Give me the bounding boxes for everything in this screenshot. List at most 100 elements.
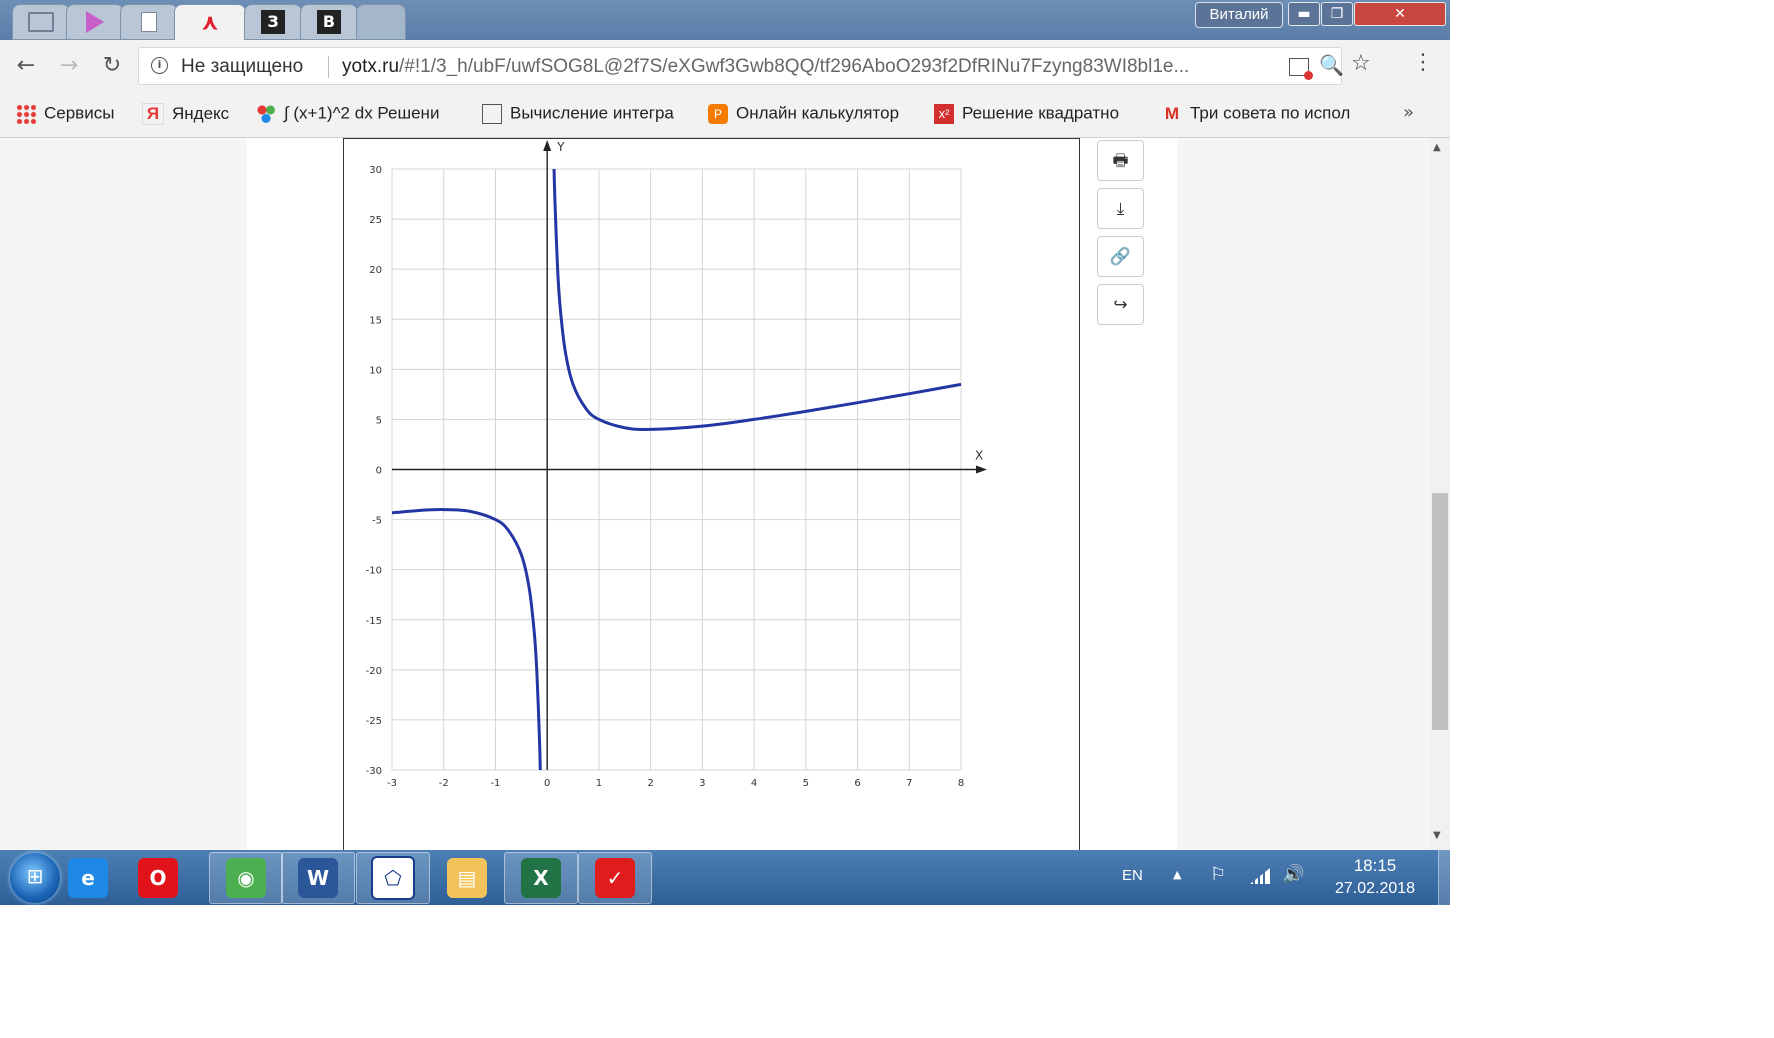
y-tick-label: -30 — [366, 766, 382, 777]
download-button[interactable]: ⤓ — [1097, 188, 1144, 229]
url-text[interactable]: yotx.ru/#!1/3_h/ubF/uwfSOG8L@2f7S/eXGwf3… — [342, 56, 1262, 78]
info-icon[interactable]: i — [151, 57, 168, 74]
bookmark-yandex[interactable]: Я Яндекс — [142, 103, 242, 127]
taskbar-app-red-app[interactable]: ✓ — [578, 852, 652, 904]
tab-tv[interactable] — [12, 4, 70, 40]
taskbar: ⊞ e O ◉ W ⬠ ▤ X ✓ EN ▲ ⚐ 🔊 18:15 27.02.2018 — [0, 850, 1450, 905]
title-bar: ⋏ З В Виталий ▬ ❐ ✕ — [0, 0, 1450, 41]
security-status[interactable]: Не защищено — [181, 56, 303, 78]
bookmark-services[interactable]: Сервисы — [16, 103, 128, 127]
bookmark-gmail-tips[interactable]: M Три совета по испол — [1162, 103, 1376, 127]
opera-icon: O — [138, 858, 178, 898]
apps-icon — [16, 103, 36, 124]
bookmark-online-calculator[interactable]: P Онлайн калькулятор — [708, 103, 918, 127]
maximize-button[interactable]: ❐ — [1321, 2, 1353, 26]
scroll-up-arrow-icon[interactable]: ▲ — [1433, 142, 1441, 153]
print-button[interactable]: 🖶 — [1097, 140, 1144, 181]
show-desktop-button[interactable] — [1438, 850, 1450, 905]
zoom-icon[interactable]: 🔍 — [1319, 53, 1344, 77]
taskbar-app-explorer[interactable]: ▤ — [430, 852, 504, 904]
x-tick-label: 3 — [699, 778, 705, 789]
taskbar-app-geogebra[interactable]: ⬠ — [356, 852, 430, 904]
url-separator — [328, 56, 329, 78]
new-tab-button[interactable] — [356, 4, 406, 40]
page-scrollbar[interactable]: ▲ ▼ — [1430, 138, 1450, 850]
y-tick-label: 25 — [369, 215, 382, 226]
print-icon: 🖶 — [1112, 151, 1129, 171]
letter-v-icon: В — [317, 10, 341, 34]
tray-expand-icon[interactable]: ▲ — [1173, 868, 1181, 881]
bookmark-integral-calc[interactable]: Вычисление интегра — [482, 103, 692, 127]
clock-time[interactable]: 18:15 — [1322, 856, 1428, 876]
taskbar-app-opera[interactable]: O — [121, 852, 195, 904]
x-squared-icon: x² — [934, 103, 954, 124]
clock-date[interactable]: 27.02.2018 — [1322, 880, 1428, 898]
x-tick-label: 1 — [596, 778, 602, 789]
y-tick-label: 30 — [369, 165, 382, 176]
play-icon — [86, 11, 104, 33]
download-icon: ⤓ — [1116, 199, 1125, 219]
tab-z[interactable]: З — [244, 4, 302, 40]
screen: ⋏ З В Виталий ▬ ❐ ✕ ← → ↻ i Не защищено … — [0, 0, 1450, 905]
bookmark-quadratic[interactable]: x² Решение квадратно — [934, 103, 1144, 127]
language-indicator[interactable]: EN — [1122, 867, 1143, 884]
link-icon: 🔗 — [1109, 247, 1132, 267]
reload-button[interactable]: ↻ — [96, 50, 128, 82]
action-center-flag-icon[interactable]: ⚐ — [1210, 864, 1226, 885]
network-icon[interactable] — [1250, 868, 1270, 884]
back-button[interactable]: ← — [10, 50, 42, 82]
tab-v[interactable]: В — [300, 4, 358, 40]
taskbar-app-ie[interactable]: e — [51, 852, 125, 904]
taskbar-app-chrome[interactable]: ◉ — [209, 852, 283, 904]
blocked-popup-icon[interactable] — [1289, 58, 1313, 80]
x-axis-arrow — [976, 465, 987, 474]
scroll-down-arrow-icon[interactable]: ▼ — [1433, 830, 1441, 841]
profile-button[interactable]: Виталий — [1195, 2, 1283, 28]
x-tick-label: -3 — [387, 778, 397, 789]
page-content: X Y -3 -2 -1 0 1 2 3 4 5 6 7 8 30 25 20 15 10 5 0 -5 -10 -15 -20… — [0, 138, 1430, 850]
taskbar-app-excel[interactable]: X — [504, 852, 578, 904]
x-tick-label: 0 — [544, 778, 550, 789]
y-tick-label: 0 — [376, 466, 382, 477]
scroll-thumb[interactable] — [1432, 493, 1448, 730]
star-icon[interactable]: ☆ — [1351, 51, 1371, 76]
function-curve-branch-1 — [391, 508, 542, 771]
document-icon — [141, 12, 157, 32]
function-graph: XY-3 -2 -1 0 1 2 3 4 5 6 7 8302520151050-5-10-15-20… — [366, 140, 987, 789]
x-tick-label: 8 — [958, 778, 964, 789]
x-tick-label: 2 — [647, 778, 653, 789]
y-tick-label: 15 — [369, 315, 382, 326]
close-button[interactable]: ✕ — [1354, 2, 1446, 26]
chart-frame: X Y -3 -2 -1 0 1 2 3 4 5 6 7 8 30 25 20 15 10 5 0 -5 -10 -15 -20… — [343, 138, 1080, 850]
volume-icon[interactable]: 🔊 — [1282, 864, 1304, 885]
circles-icon — [256, 103, 276, 124]
bookmarks-overflow-button[interactable]: » — [1403, 102, 1414, 123]
toolbar: ← → ↻ i Не защищено yotx.ru/#!1/3_h/ubF/… — [0, 40, 1450, 92]
tab-play[interactable] — [66, 4, 124, 40]
bookmarks-bar: Сервисы Я Яндекс ∫ (x+1)^2 dx Решени Вычи… — [0, 92, 1450, 138]
tv-icon — [28, 12, 54, 32]
excel-icon: X — [521, 858, 561, 898]
forward-button[interactable]: → — [53, 50, 85, 82]
chrome-icon: ◉ — [226, 858, 266, 898]
y-tick-label: -25 — [366, 716, 382, 727]
y-tick-label: -20 — [366, 666, 382, 677]
tab-document[interactable] — [120, 4, 178, 40]
x-tick-label: 7 — [906, 778, 912, 789]
x-axis-label: X — [975, 449, 983, 463]
function-curve-branch-2 — [552, 168, 962, 432]
minimize-button[interactable]: ▬ — [1288, 2, 1320, 26]
red-app-icon: ✓ — [595, 858, 635, 898]
share-button[interactable]: ↪ — [1097, 284, 1144, 325]
bookmark-integral[interactable]: ∫ (x+1)^2 dx Решени — [256, 103, 466, 127]
menu-icon[interactable]: ⋮ — [1412, 50, 1434, 75]
taskbar-app-word[interactable]: W — [281, 852, 355, 904]
y-tick-label: -15 — [366, 616, 382, 627]
y-tick-label: -5 — [372, 516, 382, 527]
y-tick-label: 5 — [376, 415, 382, 426]
explorer-icon: ▤ — [447, 858, 487, 898]
link-button[interactable]: 🔗 — [1097, 236, 1144, 277]
x-tick-label: 6 — [854, 778, 860, 789]
tab-yotx[interactable]: ⋏ — [174, 4, 246, 41]
address-bar[interactable]: i Не защищено yotx.ru/#!1/3_h/ubF/uwfSOG… — [138, 47, 1371, 85]
